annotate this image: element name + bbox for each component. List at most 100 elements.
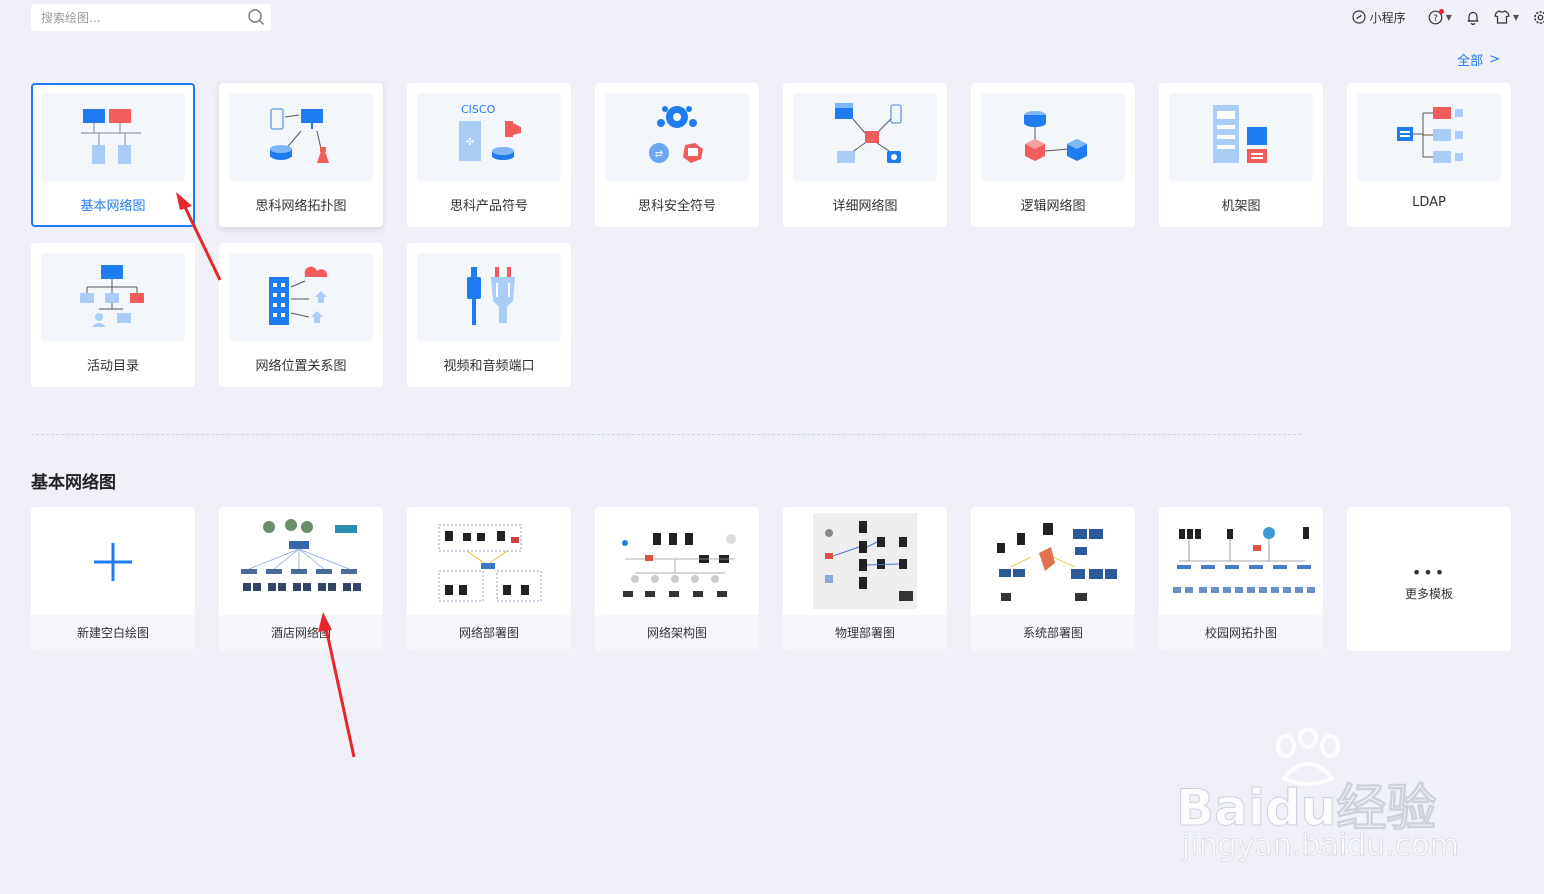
- chevron-down-icon: ▼: [1445, 12, 1452, 22]
- template-campus-topology[interactable]: 校园网拓扑图: [1159, 507, 1323, 651]
- logical-network-icon: [1024, 111, 1087, 161]
- network-diagram-preview: [1173, 527, 1315, 593]
- shirt-icon: [1494, 10, 1510, 24]
- top-toolbar: 小程序 ? ▼ ▼: [1338, 6, 1544, 28]
- all-link-label: 全部: [1457, 54, 1484, 69]
- category-card-cisco-product[interactable]: CISCO ✣ 思科产品符号: [407, 83, 571, 227]
- category-card-active-directory[interactable]: 活动目录: [31, 243, 195, 387]
- svg-text:?: ?: [1433, 14, 1438, 24]
- template-physical-deployment[interactable]: 物理部署图: [783, 507, 947, 651]
- category-label: 思科产品符号: [449, 199, 528, 214]
- watermark-url: jingyan.baidu.com: [1182, 828, 1459, 864]
- category-label: 详细网络图: [832, 199, 898, 214]
- search-box[interactable]: [31, 4, 271, 31]
- category-thumbnail: [229, 93, 373, 181]
- mini-program-label: 小程序: [1369, 10, 1406, 25]
- category-label: LDAP: [1412, 195, 1446, 210]
- category-card-rack[interactable]: 机架图: [1159, 83, 1323, 227]
- more-templates-label: 更多模板: [1404, 587, 1453, 601]
- chevron-down-icon: ▼: [1512, 12, 1519, 22]
- baidu-watermark: Baidu经验 jingyan.baidu.com: [1175, 728, 1459, 868]
- cisco-security-icon: ⇄: [649, 106, 703, 163]
- category-label: 视频和音频端口: [443, 359, 535, 374]
- category-card-cisco-topology[interactable]: 思科网络拓扑图: [219, 83, 383, 227]
- network-diagram-preview: [813, 513, 917, 609]
- network-diagram-preview: [622, 533, 736, 597]
- category-thumbnail: [41, 253, 185, 341]
- category-thumbnail: [229, 253, 373, 341]
- gear-icon: [1534, 10, 1544, 24]
- category-thumbnail: [41, 93, 185, 181]
- category-card-ldap[interactable]: LDAP: [1347, 83, 1511, 227]
- basic-network-icon: [81, 109, 141, 164]
- template-thumbnail: [1159, 507, 1323, 615]
- notification-button[interactable]: [1466, 10, 1480, 25]
- more-templates-button[interactable]: ••• 更多模板: [1347, 507, 1511, 651]
- category-label: 网络位置关系图: [255, 359, 347, 374]
- bell-icon: [1467, 11, 1479, 25]
- template-label: 物理部署图: [783, 615, 947, 651]
- settings-button[interactable]: [1533, 10, 1544, 25]
- category-label: 思科网络拓扑图: [255, 199, 347, 214]
- category-card-cisco-security[interactable]: ⇄ 思科安全符号: [595, 83, 759, 227]
- av-port-icon: [467, 267, 515, 325]
- template-system-deployment[interactable]: 系统部署图: [971, 507, 1135, 651]
- template-label: 系统部署图: [971, 615, 1135, 651]
- template-network-architecture[interactable]: 网络架构图: [595, 507, 759, 651]
- template-new-blank[interactable]: 新建空白绘图: [31, 507, 195, 651]
- network-diagram-preview: [241, 519, 361, 591]
- active-directory-icon: [80, 265, 144, 327]
- network-diagram-preview: [438, 524, 542, 602]
- network-location-icon: [269, 266, 328, 325]
- template-label: 酒店网络图: [219, 615, 383, 651]
- category-label: 逻辑网络图: [1020, 199, 1086, 214]
- plus-icon: [94, 543, 132, 581]
- template-thumbnail: [783, 507, 947, 615]
- category-thumbnail: [1357, 93, 1501, 181]
- skin-button[interactable]: ▼: [1494, 10, 1519, 24]
- network-diagram-preview: [997, 523, 1117, 601]
- category-label: 基本网络图: [80, 199, 146, 214]
- template-hotel-network[interactable]: 酒店网络图: [219, 507, 383, 651]
- category-card-detailed-network[interactable]: 详细网络图: [783, 83, 947, 227]
- category-label: 思科安全符号: [637, 199, 716, 214]
- category-thumbnail: [417, 253, 561, 341]
- cisco-brand-text: CISCO: [461, 103, 496, 116]
- template-thumbnail: [595, 507, 759, 615]
- category-label: 活动目录: [86, 359, 139, 374]
- category-thumbnail: CISCO ✣: [417, 93, 561, 181]
- help-button[interactable]: ? ▼: [1428, 8, 1452, 25]
- template-thumbnail: [31, 507, 195, 615]
- category-card-logical-network[interactable]: 逻辑网络图: [971, 83, 1135, 227]
- section-divider: [31, 434, 1301, 435]
- svg-text:✣: ✣: [466, 137, 474, 148]
- category-card-network-location[interactable]: 网络位置关系图: [219, 243, 383, 387]
- template-network-deployment[interactable]: 网络部署图: [407, 507, 571, 651]
- mini-program-button[interactable]: 小程序: [1352, 9, 1406, 26]
- category-thumbnail: [981, 93, 1125, 181]
- category-thumbnail: [793, 93, 937, 181]
- ldap-icon: [1397, 107, 1463, 163]
- all-categories-link[interactable]: 全部 >: [1457, 50, 1500, 69]
- cisco-topology-icon: [270, 108, 329, 163]
- template-thumbnail: [971, 507, 1135, 615]
- template-label: 新建空白绘图: [31, 615, 195, 651]
- template-label: 网络架构图: [595, 615, 759, 651]
- category-card-av-port[interactable]: 视频和音频端口: [407, 243, 571, 387]
- detailed-network-icon: [835, 103, 902, 163]
- category-card-basic-network[interactable]: 基本网络图: [31, 83, 195, 227]
- more-dots-icon: •••: [1411, 563, 1447, 582]
- svg-text:⇄: ⇄: [655, 149, 663, 160]
- category-label: 机架图: [1221, 199, 1261, 214]
- template-thumbnail: [407, 507, 571, 615]
- chevron-right-icon: >: [1489, 52, 1500, 67]
- search-input[interactable]: [41, 4, 241, 31]
- notification-dot: [1438, 8, 1444, 14]
- category-thumbnail: ⇄: [605, 93, 749, 181]
- template-thumbnail: [219, 507, 383, 615]
- search-icon[interactable]: [247, 8, 265, 26]
- template-label: 网络部署图: [407, 615, 571, 651]
- template-label: 校园网拓扑图: [1159, 615, 1323, 651]
- rack-icon: [1213, 105, 1267, 163]
- section-title: 基本网络图: [31, 473, 116, 493]
